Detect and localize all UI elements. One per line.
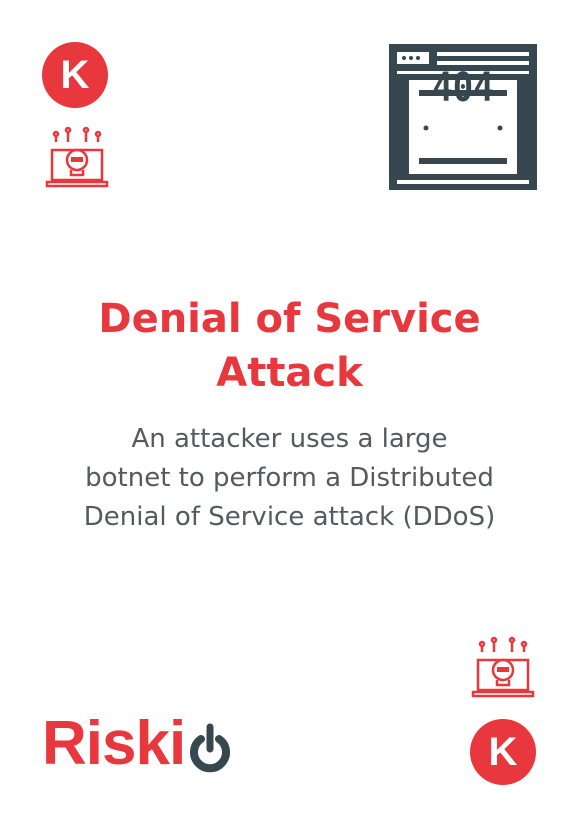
description-line-3: Denial of Service attack (DDoS) — [83, 502, 496, 532]
brand-text: Riski — [42, 709, 186, 778]
riskio-logo: Riski — [42, 708, 233, 779]
description-line-1: An attacker uses a large — [131, 424, 448, 454]
card-title: Denial of Service Attack — [0, 292, 579, 400]
power-icon — [190, 723, 231, 772]
hacker-laptop-icon-top — [45, 126, 109, 188]
error-code-text: 404 — [432, 65, 494, 111]
k-badge-top: K — [42, 42, 108, 108]
title-line-1: Denial of Service — [98, 296, 481, 342]
hacker-laptop-icon-bottom — [471, 636, 535, 698]
k-badge-bottom: K — [470, 719, 536, 785]
description-line-2: botnet to perform a Distributed — [85, 463, 494, 493]
title-line-2: Attack — [216, 350, 363, 396]
card-description: An attacker uses a large botnet to perfo… — [0, 420, 579, 537]
